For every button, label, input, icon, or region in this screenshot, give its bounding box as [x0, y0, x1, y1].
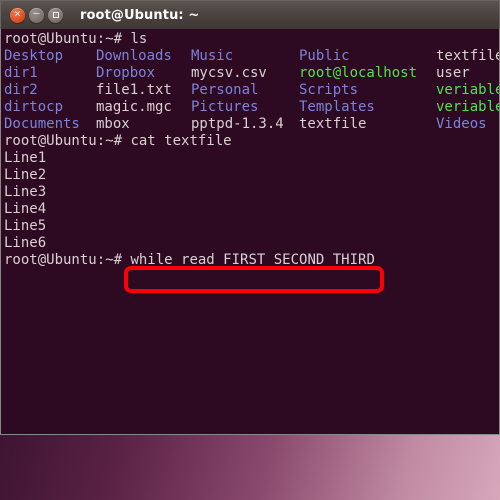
ls-entry: Dropbox	[96, 65, 156, 81]
minimize-button[interactable]: −	[29, 7, 44, 23]
ls-entry: dirtocp	[4, 99, 64, 115]
ls-entry: veriable	[436, 99, 499, 115]
ls-entry: mycsv.csv	[191, 65, 267, 81]
ls-output-row: dir2 file1.txt Personal Scripts veriable	[4, 82, 499, 99]
shell-prompt: root@Ubuntu:~#	[4, 31, 131, 47]
ls-entry: textfile	[299, 116, 367, 132]
cat-output-line: Line5	[4, 218, 47, 234]
cat-output-line: Line1	[4, 150, 47, 166]
ls-entry: pptpd-1.3.4	[191, 116, 284, 132]
ls-entry: root@localhost	[299, 65, 418, 81]
ls-entry: Public	[299, 48, 350, 64]
terminal-window: × − root@Ubuntu: ~ root@Ubuntu:~# ls Des…	[0, 0, 500, 435]
terminal-line-cat: root@Ubuntu:~# cat textfile	[4, 133, 499, 150]
close-button[interactable]: ×	[10, 7, 25, 23]
ls-entry: mbox	[96, 116, 130, 132]
ls-output-row: Documents mbox pptpd-1.3.4 textfile Vide…	[4, 116, 499, 133]
command-text-current: while read FIRST SECOND THIRD	[130, 252, 375, 268]
ls-entry: Music	[191, 48, 234, 64]
ls-entry: user	[436, 65, 470, 81]
terminal-line-ls: root@Ubuntu:~# ls	[4, 31, 499, 48]
command-text-ls: ls	[130, 31, 148, 47]
ls-entry: Downloads	[96, 48, 172, 64]
ls-entry: dir1	[4, 65, 38, 81]
close-icon: ×	[13, 9, 22, 19]
ls-entry: dir2	[4, 82, 38, 98]
ls-entry: Scripts	[299, 82, 359, 98]
shell-prompt: root@Ubuntu:~#	[4, 252, 131, 268]
cat-output-line: Line2	[4, 167, 47, 183]
cat-output-line: Line3	[4, 184, 47, 200]
minimize-icon: −	[32, 9, 41, 19]
ls-entry: veriable	[436, 82, 499, 98]
shell-prompt: root@Ubuntu:~#	[4, 133, 131, 149]
ls-output-row: dirtocp magic.mgc Pictures Templates ver…	[4, 99, 499, 116]
ls-entry: Documents	[4, 116, 80, 132]
maximize-icon	[52, 12, 59, 18]
ls-entry: Pictures	[191, 99, 259, 115]
command-text-cat: cat textfile	[130, 133, 232, 149]
ls-entry: textfile	[436, 48, 499, 64]
window-titlebar[interactable]: × − root@Ubuntu: ~	[0, 0, 500, 29]
ls-entry: file1.txt	[96, 82, 172, 98]
ls-entry: magic.mgc	[96, 99, 172, 115]
cat-output-line: Line4	[4, 201, 47, 217]
ls-entry: Videos	[436, 116, 487, 132]
ls-output-row: Desktop Downloads Music Public textfile	[4, 48, 499, 65]
ls-entry: Desktop	[4, 48, 64, 64]
maximize-button[interactable]	[48, 7, 63, 23]
window-controls: × −	[10, 7, 63, 23]
terminal-screen[interactable]: root@Ubuntu:~# ls Desktop Downloads Musi…	[4, 31, 499, 434]
cat-output-line: Line6	[4, 235, 47, 251]
ls-entry: Personal	[191, 82, 259, 98]
terminal-line-current[interactable]: root@Ubuntu:~# while read FIRST SECOND T…	[4, 252, 499, 269]
terminal-body[interactable]: root@Ubuntu:~# ls Desktop Downloads Musi…	[0, 29, 500, 435]
ls-entry: Templates	[299, 99, 375, 115]
ls-output-row: dir1 Dropbox mycsv.csv root@localhost us…	[4, 65, 499, 82]
window-title: root@Ubuntu: ~	[80, 7, 200, 23]
